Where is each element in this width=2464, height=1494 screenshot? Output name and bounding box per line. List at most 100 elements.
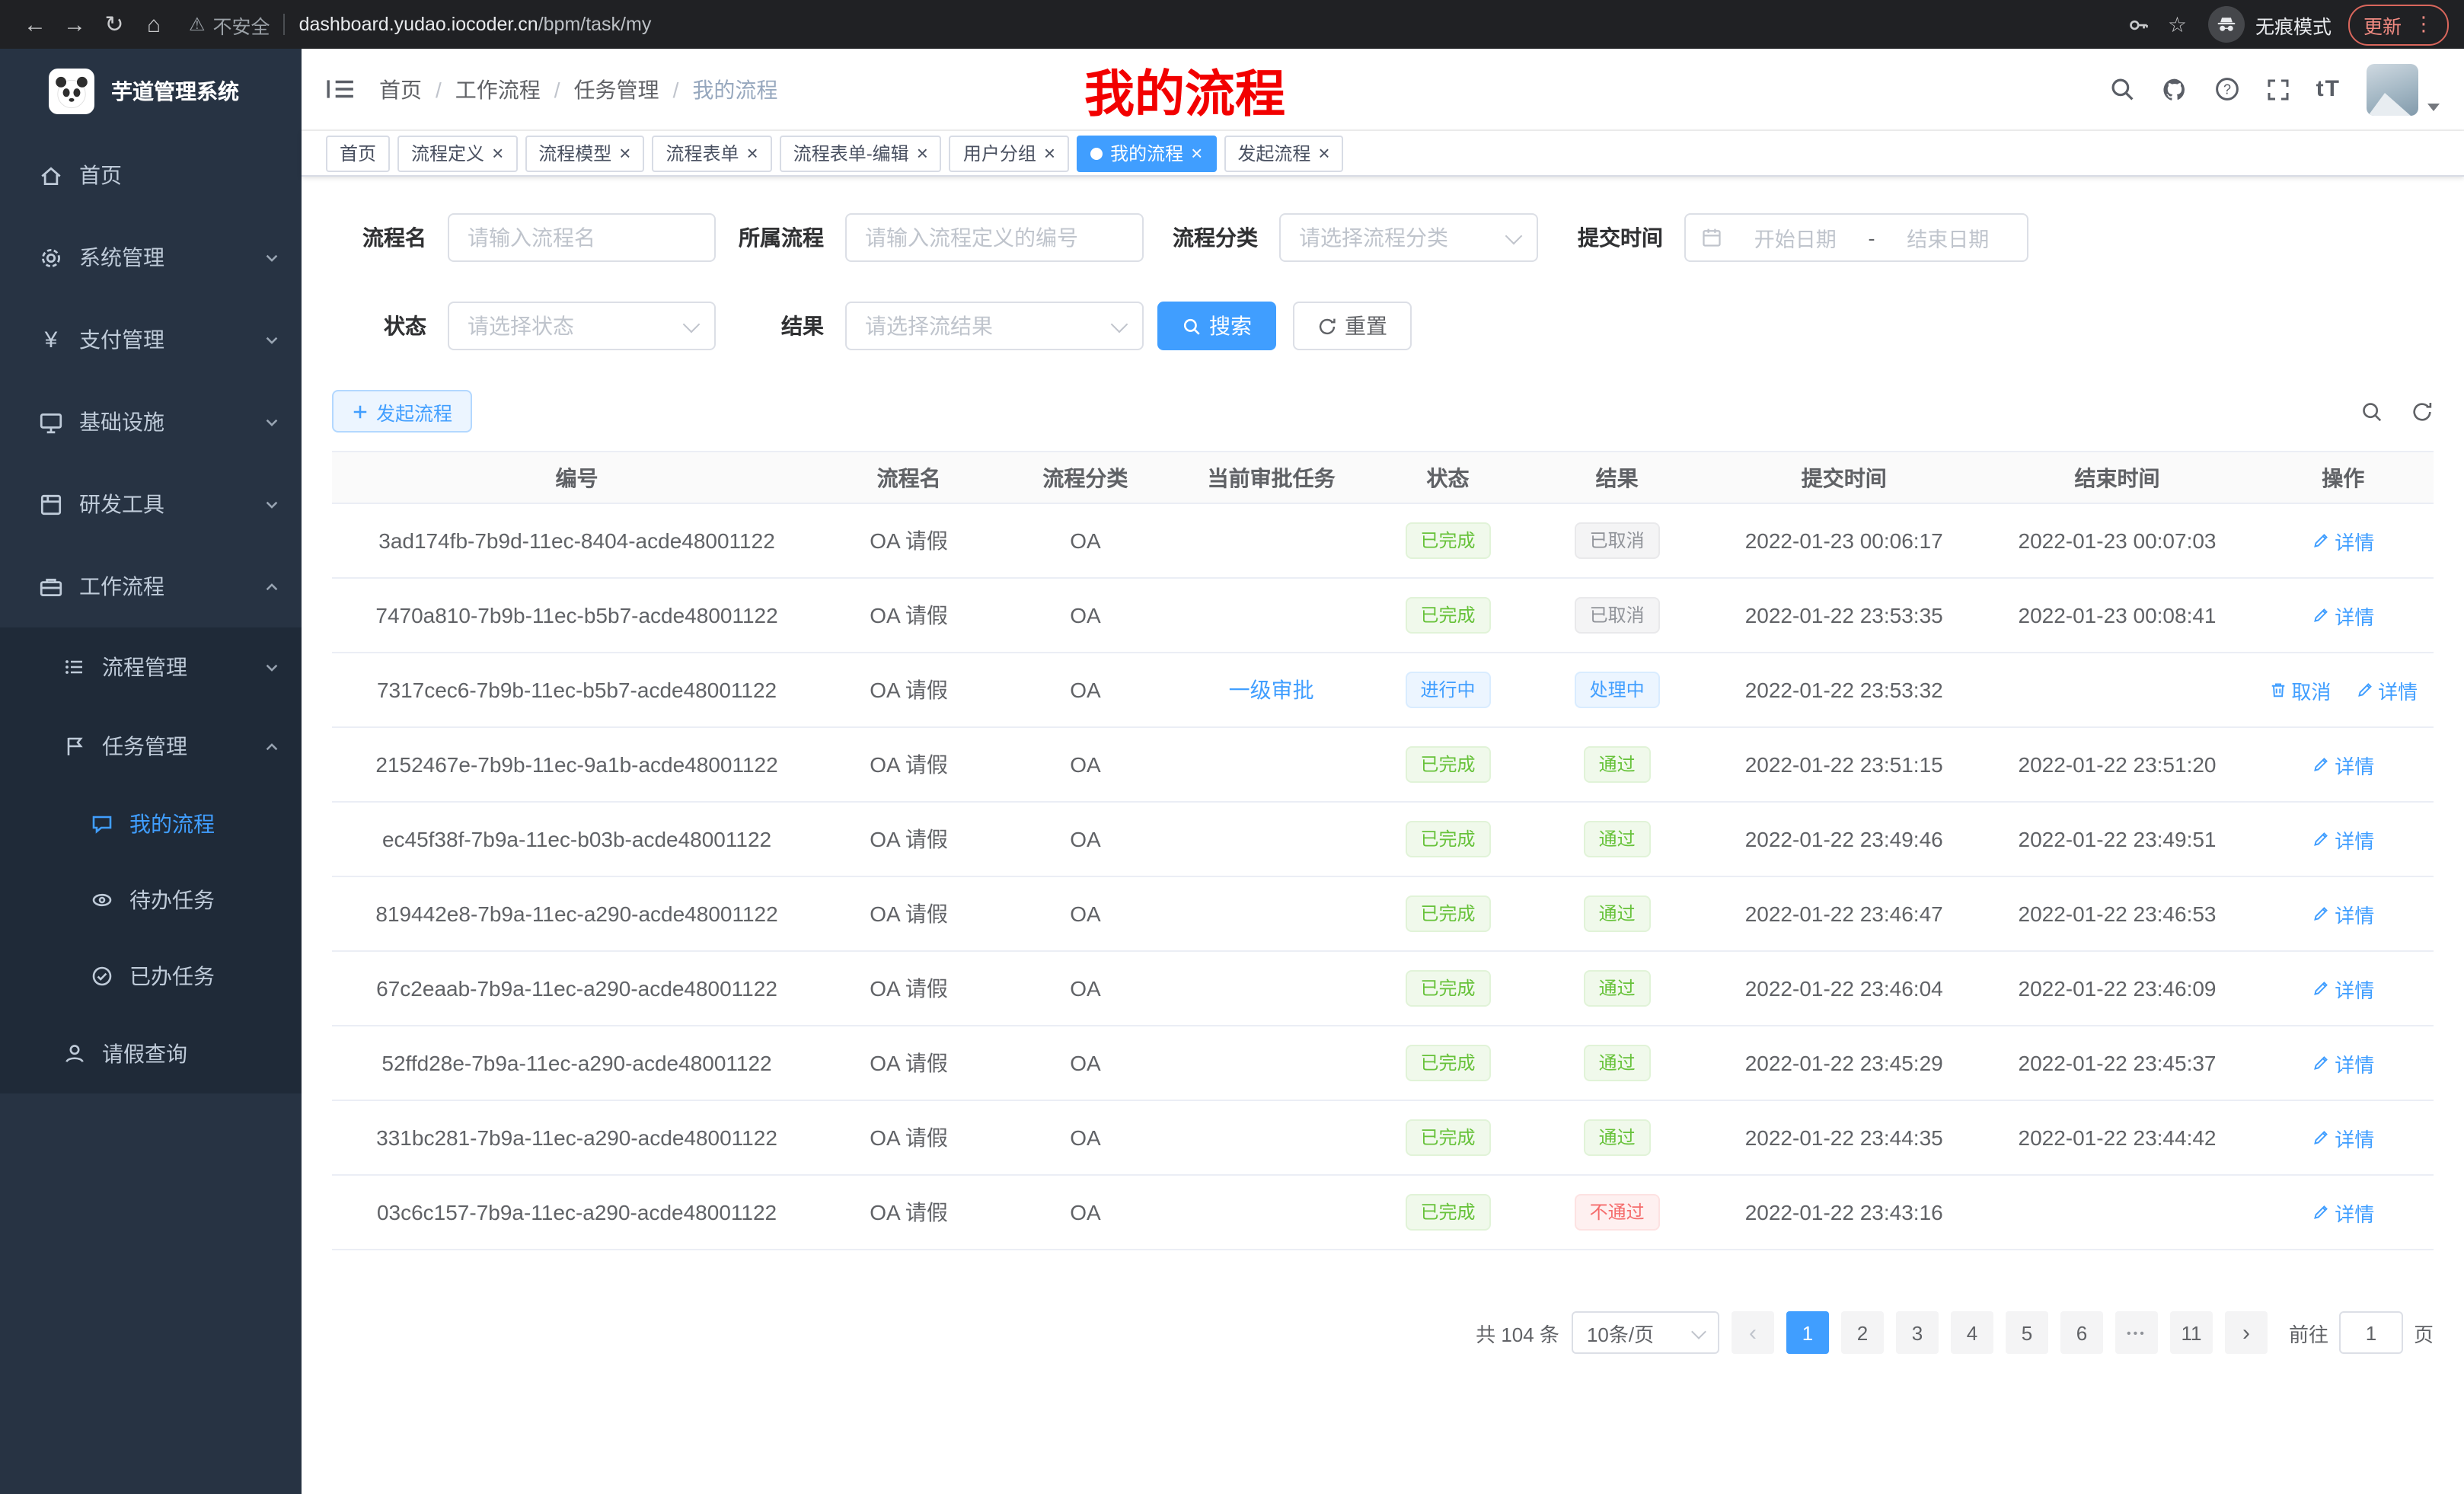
calendar-icon <box>1701 227 1722 248</box>
edit-icon <box>2312 830 2330 848</box>
date-range-picker[interactable]: 开始日期 - 结束日期 <box>1684 213 2028 262</box>
sidebar-item-system[interactable]: 系统管理 <box>0 216 302 298</box>
page-buttons: 1 2 3 4 5 6 ••• <box>1786 1311 2213 1354</box>
tab-close-icon[interactable] <box>747 143 758 163</box>
search-button[interactable]: 搜索 <box>1157 302 1276 350</box>
process-name-input[interactable] <box>448 213 716 262</box>
tab[interactable]: 流程定义 <box>397 135 517 171</box>
search-icon <box>1182 316 1202 336</box>
cell-status: 进行中 <box>1368 653 1528 727</box>
tab-close-icon[interactable] <box>1318 143 1329 163</box>
process-definition-input[interactable] <box>845 213 1144 262</box>
sidebar-item-leave-query[interactable]: 请假查询 <box>0 1014 302 1093</box>
reset-button[interactable]: 重置 <box>1293 302 1412 350</box>
edit-icon <box>2355 681 2373 699</box>
cell-process-name: OA 请假 <box>822 653 996 727</box>
tab[interactable]: 发起流程 <box>1224 135 1343 171</box>
prev-page-button[interactable]: ‹ <box>1732 1311 1774 1354</box>
address-bar[interactable]: ⚠ 不安全 dashboard.yudao.iocoder.cn/bpm/tas… <box>189 5 2107 44</box>
detail-action[interactable]: 详情 <box>2312 1123 2374 1152</box>
search-icon[interactable] <box>2109 76 2135 102</box>
github-icon[interactable] <box>2161 75 2188 103</box>
sidebar-toggle-icon[interactable] <box>326 76 355 102</box>
status-label: 状态 <box>332 311 448 341</box>
page-button[interactable]: 11 <box>2170 1311 2213 1354</box>
fullscreen-icon[interactable] <box>2266 77 2290 101</box>
next-page-button[interactable]: › <box>2225 1311 2268 1354</box>
create-process-button[interactable]: 发起流程 <box>332 390 472 433</box>
sidebar-item-todo-tasks[interactable]: 待办任务 <box>0 862 302 938</box>
browser-home-button[interactable]: ⌂ <box>134 5 174 44</box>
tab[interactable]: 流程表单-编辑 <box>780 135 942 171</box>
detail-action[interactable]: 详情 <box>2312 601 2374 630</box>
incognito-badge[interactable]: 无痕模式 <box>2208 6 2332 43</box>
user-menu[interactable] <box>2367 63 2440 115</box>
page-button[interactable]: 2 <box>1841 1311 1884 1354</box>
breadcrumb-home[interactable]: 首页 <box>379 74 422 104</box>
tab-close-icon[interactable] <box>1044 143 1055 163</box>
browser-reload-button[interactable]: ↻ <box>94 5 134 44</box>
sidebar-item-payment[interactable]: ¥ 支付管理 <box>0 298 302 381</box>
browser-menu-icon[interactable]: ⋮ <box>2414 12 2434 37</box>
table-search-toggle-icon[interactable] <box>2360 400 2383 423</box>
breadcrumb: 首页 / 工作流程 / 任务管理 / 我的流程 <box>379 74 777 104</box>
page-button[interactable]: 4 <box>1951 1311 1993 1354</box>
tab-close-icon[interactable] <box>1191 143 1202 163</box>
detail-action[interactable]: 详情 <box>2355 675 2418 704</box>
sidebar-item-task-manage[interactable]: 任务管理 <box>0 707 302 786</box>
sidebar-item-my-process[interactable]: 我的流程 <box>0 786 302 862</box>
detail-action[interactable]: 详情 <box>2312 899 2374 928</box>
process-category-select[interactable]: 请选择流程分类 <box>1279 213 1538 262</box>
tab[interactable]: 流程模型 <box>525 135 644 171</box>
detail-action[interactable]: 详情 <box>2312 974 2374 1003</box>
tab[interactable]: 用户分组 <box>950 135 1069 171</box>
page-button[interactable]: 5 <box>2006 1311 2048 1354</box>
table-refresh-icon[interactable] <box>2411 400 2434 423</box>
detail-action[interactable]: 详情 <box>2312 1049 2374 1077</box>
result-tag: 已取消 <box>1575 522 1660 559</box>
sidebar-item-devtools[interactable]: 研发工具 <box>0 463 302 545</box>
key-icon[interactable] <box>2128 13 2151 36</box>
tab-close-icon[interactable] <box>917 143 928 163</box>
browser-update-button[interactable]: 更新 ⋮ <box>2348 4 2449 45</box>
gear-icon <box>38 244 64 270</box>
cancel-action[interactable]: 取消 <box>2268 675 2331 704</box>
breadcrumb-task-manage[interactable]: 任务管理 <box>574 74 659 104</box>
sidebar-item-process-manage[interactable]: 流程管理 <box>0 627 302 707</box>
page-size-select[interactable]: 10条/页 <box>1572 1311 1719 1354</box>
tab[interactable]: 首页 <box>326 135 390 171</box>
detail-action[interactable]: 详情 <box>2312 1198 2374 1227</box>
cell-actions: 详情 <box>2253 876 2434 951</box>
detail-action[interactable]: 详情 <box>2312 750 2374 779</box>
tab[interactable]: 流程表单 <box>652 135 771 171</box>
app-logo[interactable]: 芋道管理系统 <box>0 49 302 134</box>
help-icon[interactable]: ? <box>2214 76 2240 102</box>
browser-back-button[interactable]: ← <box>15 5 55 44</box>
process-definition-label: 所属流程 <box>716 222 845 253</box>
sidebar-item-infrastructure[interactable]: 基础设施 <box>0 381 302 463</box>
sidebar-item-done-tasks[interactable]: 已办任务 <box>0 938 302 1014</box>
browser-forward-button[interactable]: → <box>55 5 94 44</box>
detail-action[interactable]: 详情 <box>2312 526 2374 555</box>
page-button[interactable]: 6 <box>2060 1311 2103 1354</box>
jump-page-input[interactable] <box>2339 1311 2403 1354</box>
sidebar-item-workflow[interactable]: 工作流程 <box>0 545 302 627</box>
sidebar-item-home[interactable]: 首页 <box>0 134 302 216</box>
bookmark-star-icon[interactable]: ☆ <box>2168 11 2187 37</box>
page-button[interactable]: ••• <box>2115 1311 2158 1354</box>
table-row: 03c6c157-7b9a-11ec-a290-acde48001122 OA … <box>332 1175 2434 1250</box>
page-button[interactable]: 3 <box>1896 1311 1939 1354</box>
tab-close-icon[interactable] <box>619 143 630 163</box>
tab-close-icon[interactable] <box>492 143 503 163</box>
status-select[interactable]: 请选择状态 <box>448 302 716 350</box>
breadcrumb-workflow[interactable]: 工作流程 <box>455 74 541 104</box>
page-button[interactable]: 1 <box>1786 1311 1829 1354</box>
detail-action[interactable]: 详情 <box>2312 825 2374 854</box>
cell-result: 已取消 <box>1527 503 1706 578</box>
tab[interactable]: 我的流程 <box>1077 135 1216 171</box>
font-size-icon[interactable]: tT <box>2316 76 2341 102</box>
sidebar-item-label: 基础设施 <box>79 407 164 437</box>
cell-id: ec45f38f-7b9a-11ec-b03b-acde48001122 <box>332 802 822 876</box>
current-task-link[interactable]: 一级审批 <box>1229 678 1314 702</box>
result-select[interactable]: 请选择流结果 <box>845 302 1144 350</box>
